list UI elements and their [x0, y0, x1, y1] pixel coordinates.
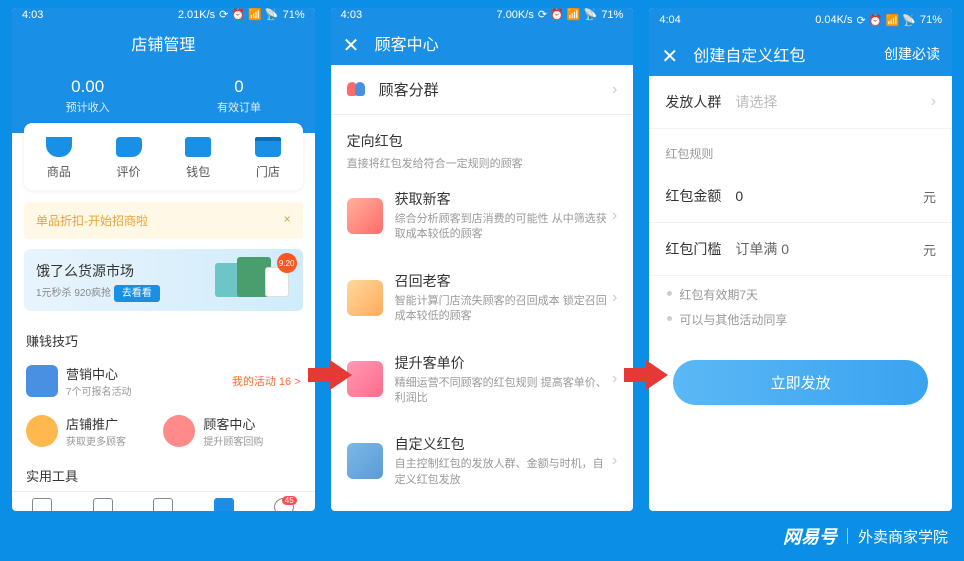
rule-notes: 红包有效期7天 可以与其他活动同享: [649, 276, 952, 350]
row-threshold[interactable]: 红包门槛 订单满 0 元: [649, 223, 952, 276]
row-target[interactable]: 发放人群 请选择 ›: [649, 76, 952, 129]
close-icon[interactable]: ×: [284, 212, 291, 229]
chevron-right-icon: ›: [612, 289, 617, 307]
stat-revenue[interactable]: 0.00 预计收入: [12, 77, 163, 115]
query-icon: [93, 498, 113, 511]
chevron-right-icon: ›: [612, 452, 617, 470]
status-bar: 4:03 7.00K/s⟳ ⏰ 📶 📡71%: [331, 8, 634, 21]
arrow-icon: [308, 360, 352, 390]
banner[interactable]: 饿了么货源市场 1元秒杀 920疯抢 去看看 9.20: [24, 249, 303, 311]
header: ✕ 创建自定义红包 创建必读: [649, 32, 952, 76]
item-recall[interactable]: 召回老客智能计算门店流失顾客的召回成本 锁定召回成本较低的顾客 ›: [331, 257, 634, 339]
grid-promotion[interactable]: 店铺推广 获取更多顾客: [26, 406, 163, 456]
nav-orders[interactable]: 订单处理: [12, 498, 73, 511]
close-icon[interactable]: ✕: [343, 33, 360, 58]
watermark: 网易号 外卖商家学院: [783, 523, 948, 549]
price-icon: [347, 361, 383, 397]
banner-button[interactable]: 去看看: [114, 285, 160, 302]
arrow-icon: [624, 360, 668, 390]
goods-icon: [46, 137, 72, 157]
custom-icon: [347, 443, 383, 479]
orders-icon: [32, 498, 52, 511]
header: 店铺管理: [12, 21, 315, 65]
status-bar: 4:03 2.01K/s ⟳ ⏰ 📶 📡 71%: [12, 8, 315, 21]
screen-create-redpacket: 4:04 0.04K/s⟳ ⏰ 📶 📡71% ✕ 创建自定义红包 创建必读 发放…: [649, 8, 952, 511]
section-task: 任务激励 顾客完成制定任务，即可领取红包: [331, 502, 634, 511]
promotion-icon: [26, 415, 58, 447]
status-bar: 4:04 0.04K/s⟳ ⏰ 📶 📡71%: [649, 8, 952, 32]
item-increase-price[interactable]: 提升客单价精细运营不同顾客的红包规则 提高客单价、利润比 ›: [331, 339, 634, 421]
screen-shop-manage: 4:03 2.01K/s ⟳ ⏰ 📶 📡 71% 店铺管理 0.00 预计收入 …: [12, 8, 315, 511]
threshold-input[interactable]: 订单满 0: [735, 239, 923, 259]
quick-tabs: 商品 评价 钱包 门店: [24, 123, 303, 190]
tab-store[interactable]: 门店: [233, 137, 303, 180]
page-title: 创建自定义红包: [693, 42, 805, 66]
grid-customer[interactable]: 顾客中心 提升顾客回购: [163, 406, 300, 456]
nav-settings[interactable]: 设置45: [254, 498, 315, 511]
nav-market[interactable]: 服务市场: [133, 498, 194, 511]
header-action[interactable]: 创建必读: [884, 44, 940, 64]
grid-activity-link[interactable]: 我的活动 16 >: [163, 356, 300, 406]
market-icon: [153, 498, 173, 511]
store-icon: [255, 137, 281, 157]
tab-goods[interactable]: 商品: [24, 137, 94, 180]
nav-badge: 45: [282, 496, 297, 505]
chevron-right-icon: ›: [612, 81, 617, 99]
marketing-icon: [26, 365, 58, 397]
item-custom-redpacket[interactable]: 自定义红包自主控制红包的发放人群、金额与时机，自定义红包发放 ›: [331, 420, 634, 502]
new-customer-icon: [347, 198, 383, 234]
manage-icon: [214, 498, 234, 511]
people-icon: [347, 82, 369, 98]
close-icon[interactable]: ✕: [661, 44, 678, 69]
customer-icon: [163, 415, 195, 447]
banner-deco: 9.20: [215, 257, 295, 307]
nav-manage[interactable]: 管理: [194, 498, 255, 511]
section-earn: 赚钱技巧: [12, 321, 315, 356]
nav-query[interactable]: 订单查询: [73, 498, 134, 511]
page-title: 顾客中心: [375, 31, 620, 55]
reviews-icon: [116, 137, 142, 157]
row-amount[interactable]: 红包金额 0 元: [649, 170, 952, 223]
item-new-customer[interactable]: 获取新客综合分析顾客到店消费的可能性 从中筛选获取成本较低的顾客 ›: [331, 175, 634, 257]
tab-wallet[interactable]: 钱包: [163, 137, 233, 180]
page-title: 店铺管理: [26, 31, 301, 55]
tab-reviews[interactable]: 评价: [94, 137, 164, 180]
notice-bar[interactable]: 单品折扣-开始招商啦 ×: [24, 202, 303, 239]
grid-marketing[interactable]: 营销中心 7个可报名活动: [26, 356, 163, 406]
bottom-nav: 订单处理 订单查询 服务市场 管理 设置45: [12, 491, 315, 511]
section-redpacket: 定向红包 直接将红包发给符合一定规则的顾客: [331, 115, 634, 175]
screen-customer-center: 4:03 7.00K/s⟳ ⏰ 📶 📡71% ✕ 顾客中心 顾客分群 › 定向红…: [331, 8, 634, 511]
chevron-right-icon: ›: [612, 207, 617, 225]
status-time: 4:03: [22, 9, 43, 21]
rule-section: 红包规则: [649, 129, 952, 170]
stat-orders[interactable]: 0 有效订单: [163, 77, 314, 115]
section-tools: 实用工具: [12, 456, 315, 491]
row-groups[interactable]: 顾客分群 ›: [331, 65, 634, 115]
recall-icon: [347, 280, 383, 316]
header: ✕ 顾客中心: [331, 21, 634, 65]
chevron-right-icon: ›: [612, 370, 617, 388]
amount-input[interactable]: 0: [735, 188, 923, 204]
chevron-right-icon: ›: [931, 93, 936, 111]
wallet-icon: [185, 137, 211, 157]
submit-button[interactable]: 立即发放: [673, 360, 928, 405]
